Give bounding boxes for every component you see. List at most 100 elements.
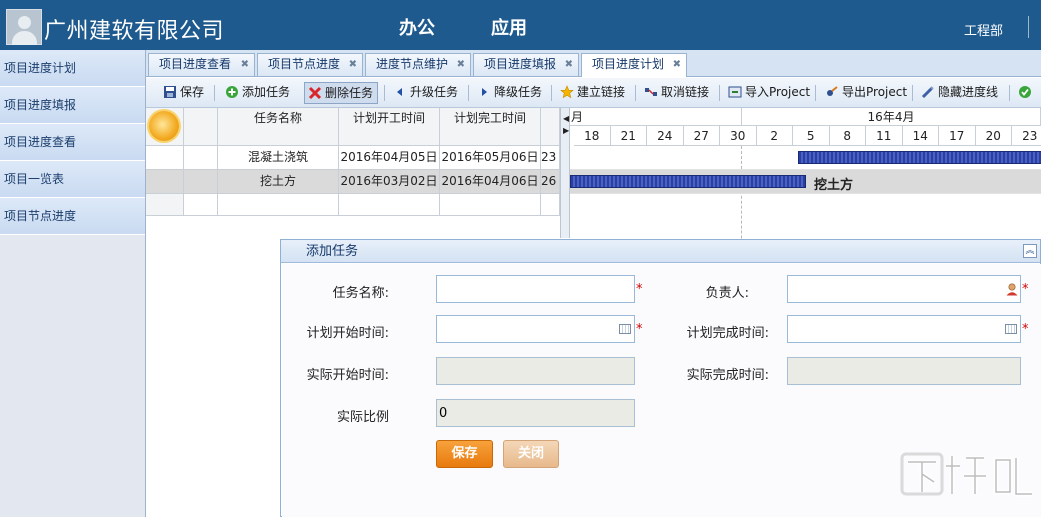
plan-start-input[interactable] — [436, 315, 635, 343]
cancel-link-label: 取消链接 — [661, 85, 710, 99]
toolbar-divider — [551, 85, 552, 101]
person-picker-icon[interactable] — [1005, 282, 1019, 296]
gantt-bar-concrete[interactable] — [798, 151, 1041, 164]
task-name-cell[interactable]: 混凝土浇筑 — [218, 146, 339, 170]
gantt-day-label: 5 — [793, 126, 830, 146]
check-icon — [1018, 85, 1032, 99]
delete-task-button[interactable]: 删除任务 — [304, 82, 379, 104]
table-row[interactable] — [146, 170, 184, 194]
create-link-button[interactable]: 建立链接 — [557, 82, 629, 104]
tab-node-progress[interactable]: 项目节点进度 ✖ — [257, 53, 363, 76]
owner-input[interactable] — [787, 275, 1021, 303]
row-cell — [184, 194, 218, 216]
sidebar-item-plan[interactable]: 项目进度计划 — [0, 50, 145, 87]
close-icon[interactable]: ✖ — [349, 54, 357, 75]
collapse-icon[interactable]: ︽ — [1023, 244, 1037, 258]
required-mark: * — [636, 322, 643, 337]
required-mark: * — [1022, 282, 1029, 297]
calendar-icon[interactable] — [1005, 324, 1017, 334]
row-cell — [440, 194, 541, 216]
create-link-label: 建立链接 — [577, 85, 626, 99]
toolbar-divider — [384, 85, 385, 101]
plan-end-label: 计划完成时间: — [686, 326, 769, 341]
save-label: 保存 — [180, 85, 205, 99]
plan-end-input[interactable] — [787, 315, 1021, 343]
add-icon — [225, 85, 239, 99]
tab-node-maintain[interactable]: 进度节点维护 ✖ — [365, 53, 471, 76]
collapse-left-icon[interactable]: ◀ — [563, 114, 569, 123]
cancel-link-button[interactable]: 取消链接 — [641, 82, 713, 104]
delete-icon — [308, 86, 322, 100]
close-icon[interactable]: ✖ — [673, 54, 681, 75]
close-icon[interactable]: ✖ — [565, 54, 573, 75]
tab-progress-plan[interactable]: 项目进度计划 ✖ — [581, 53, 687, 77]
toolbar-divider — [468, 85, 469, 101]
dialog-title[interactable]: 添加任务 — [281, 240, 1040, 263]
column-header-plan-start[interactable]: 计划开工时间 — [339, 108, 440, 146]
tab-label: 项目进度填报 — [484, 57, 557, 71]
upgrade-task-button[interactable]: 升级任务 — [390, 82, 462, 104]
plan-start-cell[interactable]: 2016年04月05日 — [339, 146, 440, 170]
gantt-month-left: 月 — [570, 108, 742, 126]
plan-start-cell[interactable]: 2016年03月02日 — [339, 170, 440, 194]
gantt-row[interactable] — [570, 146, 1041, 170]
tab-progress-report[interactable]: 项目进度填报 ✖ — [473, 53, 579, 76]
nav-apps[interactable]: 应用 — [491, 14, 527, 40]
import-project-label: 导入Project — [745, 85, 811, 99]
extra-cell[interactable]: 26 — [541, 170, 560, 194]
grid-header-icon-cell — [146, 108, 184, 146]
brush-icon — [921, 85, 935, 99]
gantt-day-label: 14 — [902, 126, 939, 146]
toolbar-divider — [635, 85, 636, 101]
hide-progress-line-button[interactable]: 隐藏进度线 — [918, 82, 1002, 104]
plan-end-cell[interactable]: 2016年04月06日 — [440, 170, 541, 194]
calendar-icon[interactable] — [619, 324, 631, 334]
toolbar-divider — [912, 85, 913, 101]
close-icon[interactable]: ✖ — [457, 54, 465, 75]
column-header-extra[interactable] — [541, 108, 560, 146]
add-task-button[interactable]: 添加任务 — [222, 82, 294, 104]
gantt-day-label: 23 — [1012, 126, 1041, 146]
table-row[interactable] — [146, 194, 184, 216]
close-icon[interactable]: ✖ — [241, 54, 249, 75]
plan-end-cell[interactable]: 2016年05月06日 — [440, 146, 541, 170]
sidebar-item-overview[interactable]: 项目一览表 — [0, 161, 145, 198]
watermark-logo — [900, 452, 1032, 497]
expand-right-icon[interactable]: ▶ — [563, 126, 569, 135]
gantt-day-label: 30 — [720, 126, 757, 146]
save-button[interactable]: 保存 — [160, 82, 208, 104]
arrow-left-icon — [393, 85, 407, 99]
task-name-input[interactable] — [436, 275, 635, 303]
column-header-plan-end[interactable]: 计划完工时间 — [440, 108, 541, 146]
nav-office[interactable]: 办公 — [399, 14, 435, 40]
user-avatar[interactable] — [6, 9, 42, 45]
actual-ratio-label: 实际比例 — [336, 410, 389, 425]
gantt-row[interactable]: 挖土方 — [570, 170, 1041, 194]
upgrade-task-label: 升级任务 — [410, 85, 459, 99]
sidebar-item-report[interactable]: 项目进度填报 — [0, 87, 145, 124]
downgrade-task-button[interactable]: 降级任务 — [474, 82, 546, 104]
tab-label: 进度节点维护 — [376, 57, 449, 71]
gantt-day-label: 11 — [866, 126, 903, 146]
check-button[interactable] — [1015, 82, 1039, 104]
department-label[interactable]: 工程部 — [964, 20, 1003, 39]
task-name-cell[interactable]: 挖土方 — [218, 170, 339, 194]
sidebar-item-view[interactable]: 项目进度查看 — [0, 124, 145, 161]
sidebar-item-node-progress[interactable]: 项目节点进度 — [0, 198, 145, 235]
import-icon — [728, 85, 742, 99]
save-button[interactable]: 保存 — [436, 440, 493, 468]
pane-splitter[interactable]: ◀ ▶ — [560, 108, 570, 238]
actual-start-label: 实际开始时间: — [306, 368, 389, 383]
tab-progress-view[interactable]: 项目进度查看 ✖ — [148, 53, 255, 76]
gantt-bar-earthwork[interactable] — [570, 175, 806, 188]
toolbar-divider — [719, 85, 720, 101]
import-project-button[interactable]: 导入Project — [725, 82, 814, 104]
row-cell — [218, 194, 339, 216]
gantt-day-label: 2 — [756, 126, 793, 146]
table-row[interactable] — [146, 146, 184, 170]
column-header-task-name[interactable]: 任务名称 — [218, 108, 339, 146]
export-project-button[interactable]: 导出Project — [822, 82, 911, 104]
star-icon — [560, 85, 574, 99]
extra-cell[interactable]: 23 — [541, 146, 560, 170]
close-button[interactable]: 关闭 — [503, 440, 559, 468]
